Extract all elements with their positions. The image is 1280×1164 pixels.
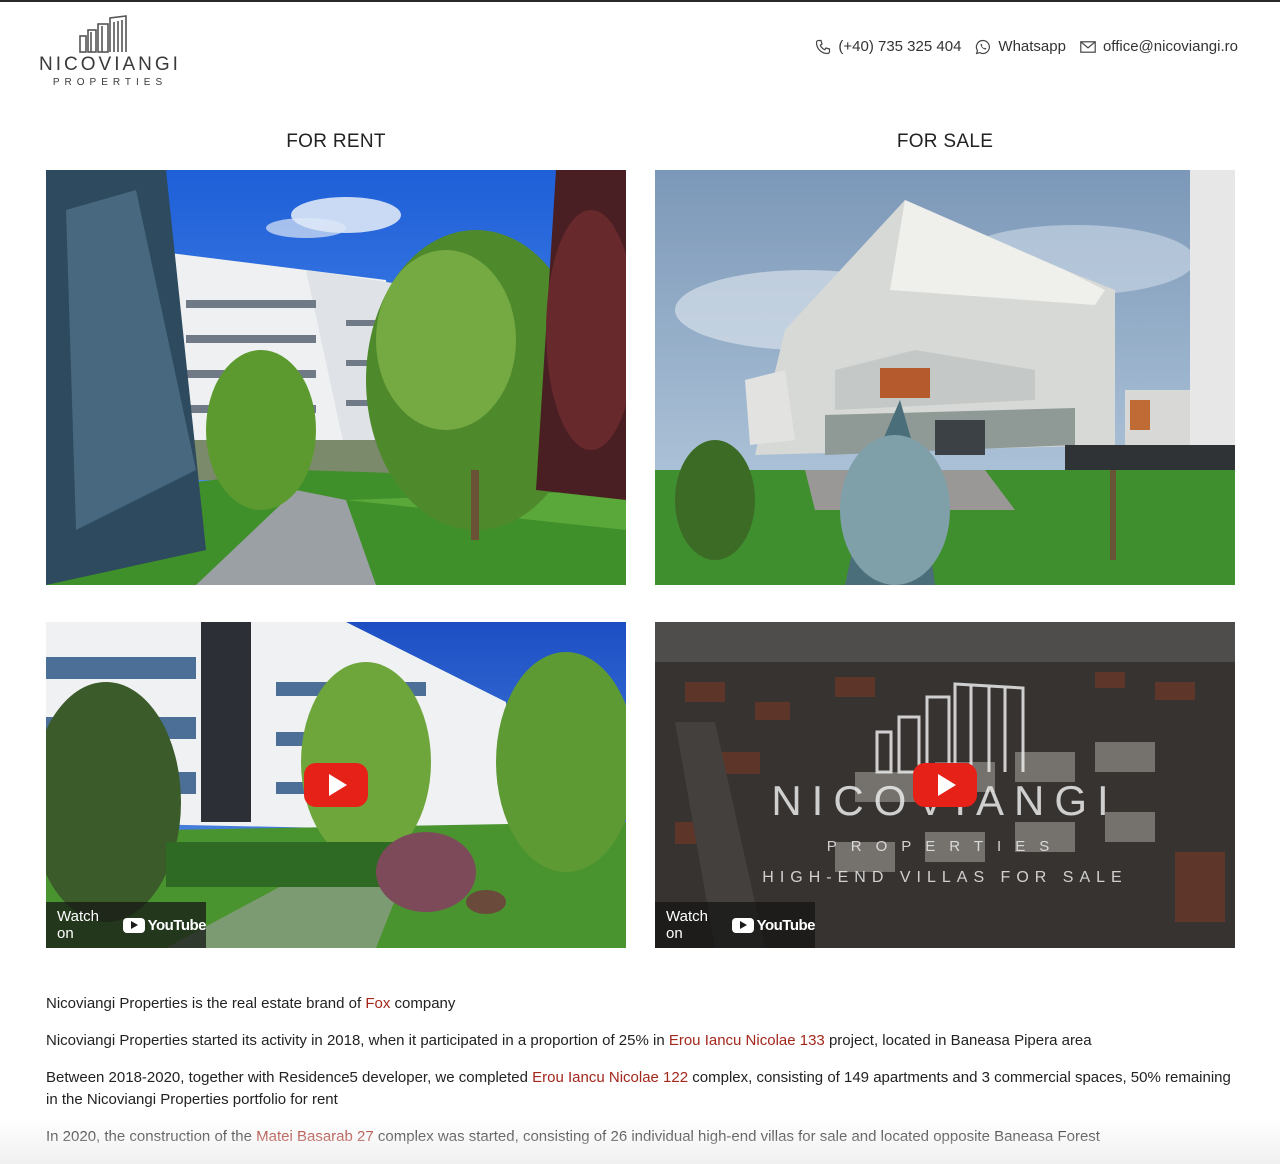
erou-iancu-nicolae-122-link[interactable]: Erou Iancu Nicolae 122 <box>532 1069 688 1086</box>
rent-watch-on-youtube-button[interactable]: Watch on YouTube <box>46 902 207 948</box>
video-overlay-brand-subtitle: PROPERTIES <box>826 838 1064 855</box>
brand-logo[interactable]: NICOVIANGI PROPERTIES <box>32 14 192 90</box>
apartment-building-photo <box>46 170 626 585</box>
brand-subtitle: PROPERTIES <box>52 77 168 88</box>
whatsapp-icon <box>976 39 991 54</box>
brand-name: NICOVIANGI <box>39 54 181 75</box>
about-paragraph-1: Nicoviangi Properties is the real estate… <box>46 993 1238 1015</box>
fox-link[interactable]: Fox <box>365 995 390 1012</box>
buildings-logo-icon <box>79 15 127 53</box>
video-overlay-tagline: HIGH-END VILLAS FOR SALE <box>762 869 1128 886</box>
about-text: Nicoviangi Properties is the real estate… <box>46 995 366 1012</box>
for-rent-title[interactable]: FOR RENT <box>46 131 626 153</box>
email-address: office@nicoviangi.ro <box>1102 38 1238 55</box>
youtube-logo: YouTube <box>122 916 207 934</box>
sale-video-play-button[interactable] <box>913 763 977 807</box>
email-link[interactable]: office@nicoviangi.ro <box>1080 38 1238 55</box>
sale-video-player[interactable]: NICOVIANGI PROPERTIES HIGH-END VILLAS FO… <box>655 622 1235 948</box>
sale-photo[interactable] <box>655 170 1235 585</box>
villa-photo <box>655 170 1235 585</box>
about-paragraph-3: Between 2018-2020, together with Residen… <box>46 1067 1238 1111</box>
youtube-label: YouTube <box>756 916 816 934</box>
phone-link[interactable]: (+40) 735 325 404 <box>815 38 961 55</box>
rent-video-player[interactable]: Watch on YouTube <box>46 622 626 948</box>
about-text: In 2020, the construction of the <box>46 1128 257 1145</box>
whatsapp-label: Whatsapp <box>998 38 1066 55</box>
watch-on-label: Watch on <box>666 908 708 942</box>
about-text: complex was started, consisting of 26 in… <box>373 1128 1100 1145</box>
rent-video-play-button[interactable] <box>304 763 368 807</box>
about-text: Nicoviangi Properties started its activi… <box>46 1032 669 1049</box>
about-paragraph-2: Nicoviangi Properties started its activi… <box>46 1030 1238 1052</box>
about-section: Nicoviangi Properties is the real estate… <box>46 993 1238 1163</box>
top-border <box>0 0 1280 2</box>
envelope-icon <box>1080 40 1096 53</box>
rent-photo[interactable] <box>46 170 626 585</box>
about-text: company <box>390 995 456 1012</box>
youtube-label: YouTube <box>147 916 207 934</box>
phone-icon <box>816 39 831 54</box>
sale-watch-on-youtube-button[interactable]: Watch on YouTube <box>655 902 816 948</box>
youtube-play-icon <box>122 917 145 933</box>
for-sale-title[interactable]: FOR SALE <box>655 131 1235 153</box>
youtube-play-icon <box>731 917 754 933</box>
erou-iancu-nicolae-133-link[interactable]: Erou Iancu Nicolae 133 <box>669 1032 825 1049</box>
watch-on-label: Watch on <box>57 908 99 942</box>
about-paragraph-4: In 2020, the construction of the Matei B… <box>46 1126 1238 1148</box>
phone-number: (+40) 735 325 404 <box>838 38 962 55</box>
contact-bar: (+40) 735 325 404 Whatsapp office@nicovi… <box>815 38 1238 55</box>
whatsapp-link[interactable]: Whatsapp <box>975 38 1066 55</box>
about-text: project, located in Baneasa Pipera area <box>824 1032 1092 1049</box>
youtube-logo: YouTube <box>731 916 816 934</box>
about-text: Between 2018-2020, together with Residen… <box>46 1069 533 1086</box>
matei-basarab-27-link[interactable]: Matei Basarab 27 <box>256 1128 374 1145</box>
